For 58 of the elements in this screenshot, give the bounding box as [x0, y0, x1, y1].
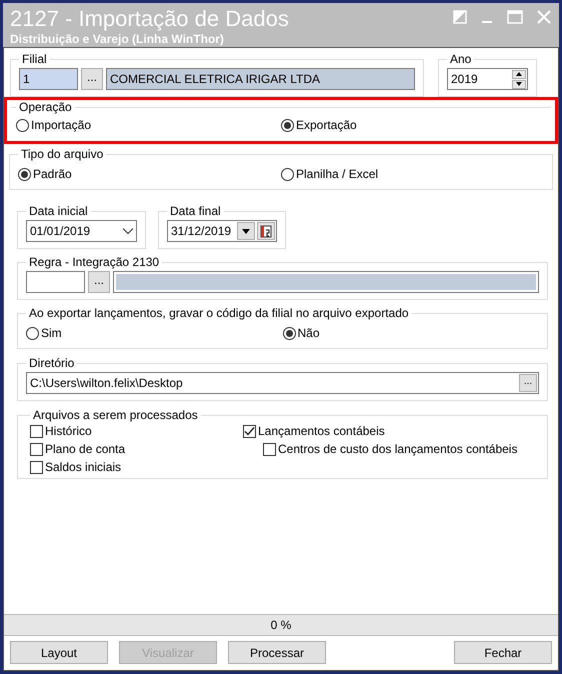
- checkbox[interactable]: Lançamentos contábeis: [243, 424, 518, 438]
- chevron-down-icon[interactable]: [123, 228, 133, 234]
- browse-button[interactable]: ...: [81, 68, 103, 90]
- group-label: Arquivos a serem processados: [32, 408, 199, 422]
- checkbox[interactable]: Centros de custo dos lançamentos contábeis: [263, 442, 518, 456]
- filial-name-field: COMERCIAL ELETRICA IRIGAR LTDA: [106, 68, 415, 90]
- window-subtitle: Distribuição e Varejo (Linha WinThor): [10, 32, 225, 46]
- group-label: Operação: [18, 100, 73, 114]
- group-label: Data final: [169, 204, 222, 218]
- action-button[interactable]: Layout: [10, 641, 108, 664]
- triangle-down-icon: [516, 82, 522, 86]
- browse-button[interactable]: ...: [519, 374, 537, 392]
- checkbox-square[interactable]: [30, 460, 43, 474]
- radio-option[interactable]: Planilha / Excel: [281, 167, 544, 181]
- checkbox-square[interactable]: [263, 442, 276, 456]
- year-spin-field[interactable]: 2019: [447, 68, 528, 90]
- calendar-button[interactable]: [257, 222, 275, 240]
- action-button[interactable]: Processar: [228, 641, 326, 664]
- calendar-icon: [260, 224, 272, 238]
- radio-option[interactable]: Importação: [16, 118, 281, 132]
- radio-indicator[interactable]: [281, 168, 294, 180]
- progress-text: 0 %: [270, 618, 292, 632]
- radio-option[interactable]: Não: [282, 326, 539, 340]
- end-date-field[interactable]: 31/12/2019: [167, 220, 277, 242]
- dropdown-button[interactable]: [237, 222, 255, 240]
- checkbox[interactable]: Plano de conta: [30, 442, 243, 456]
- group-label: Tipo do arquivo: [20, 147, 104, 161]
- group-label: Data inicial: [28, 204, 89, 218]
- radio-indicator[interactable]: [18, 168, 31, 180]
- group-label: Diretório: [28, 356, 76, 370]
- checkbox-square[interactable]: [30, 442, 43, 456]
- radio-option[interactable]: Exportação: [281, 118, 546, 132]
- group-label: Ano: [449, 52, 472, 66]
- start-date-field[interactable]: 01/01/2019: [26, 220, 137, 242]
- group-label: Ao exportar lançamentos, gravar o código da filial no arquivo exportado: [28, 306, 410, 320]
- radio-option[interactable]: Sim: [26, 326, 282, 340]
- group-label: Regra - Integração 2130: [28, 255, 160, 269]
- action-button[interactable]: Fechar: [454, 641, 552, 664]
- spin-up-button[interactable]: [512, 70, 526, 78]
- spin-down-button[interactable]: [512, 80, 526, 88]
- checkbox-square[interactable]: [243, 424, 256, 438]
- triangle-up-icon: [516, 72, 522, 76]
- radio-indicator[interactable]: [282, 326, 296, 340]
- rule-code-field[interactable]: [26, 271, 85, 293]
- filial-code-field[interactable]: 1: [19, 68, 78, 90]
- checkbox[interactable]: Histórico: [30, 424, 243, 438]
- window-title: 2127 - Importação de Dados: [10, 6, 289, 32]
- browse-button[interactable]: ...: [88, 271, 110, 293]
- radio-indicator[interactable]: [16, 118, 29, 132]
- checkmark-icon: [244, 426, 255, 436]
- triangle-down-icon: [242, 228, 250, 234]
- directory-field[interactable]: C:\Users\wilton.felix\Desktop ...: [26, 372, 539, 394]
- radio-option[interactable]: Padrão: [18, 167, 281, 181]
- group-label: Filial: [21, 52, 48, 66]
- radio-indicator[interactable]: [281, 118, 294, 132]
- radio-indicator[interactable]: [26, 326, 39, 340]
- checkbox[interactable]: Saldos iniciais: [30, 460, 243, 474]
- checkbox-square[interactable]: [30, 424, 43, 438]
